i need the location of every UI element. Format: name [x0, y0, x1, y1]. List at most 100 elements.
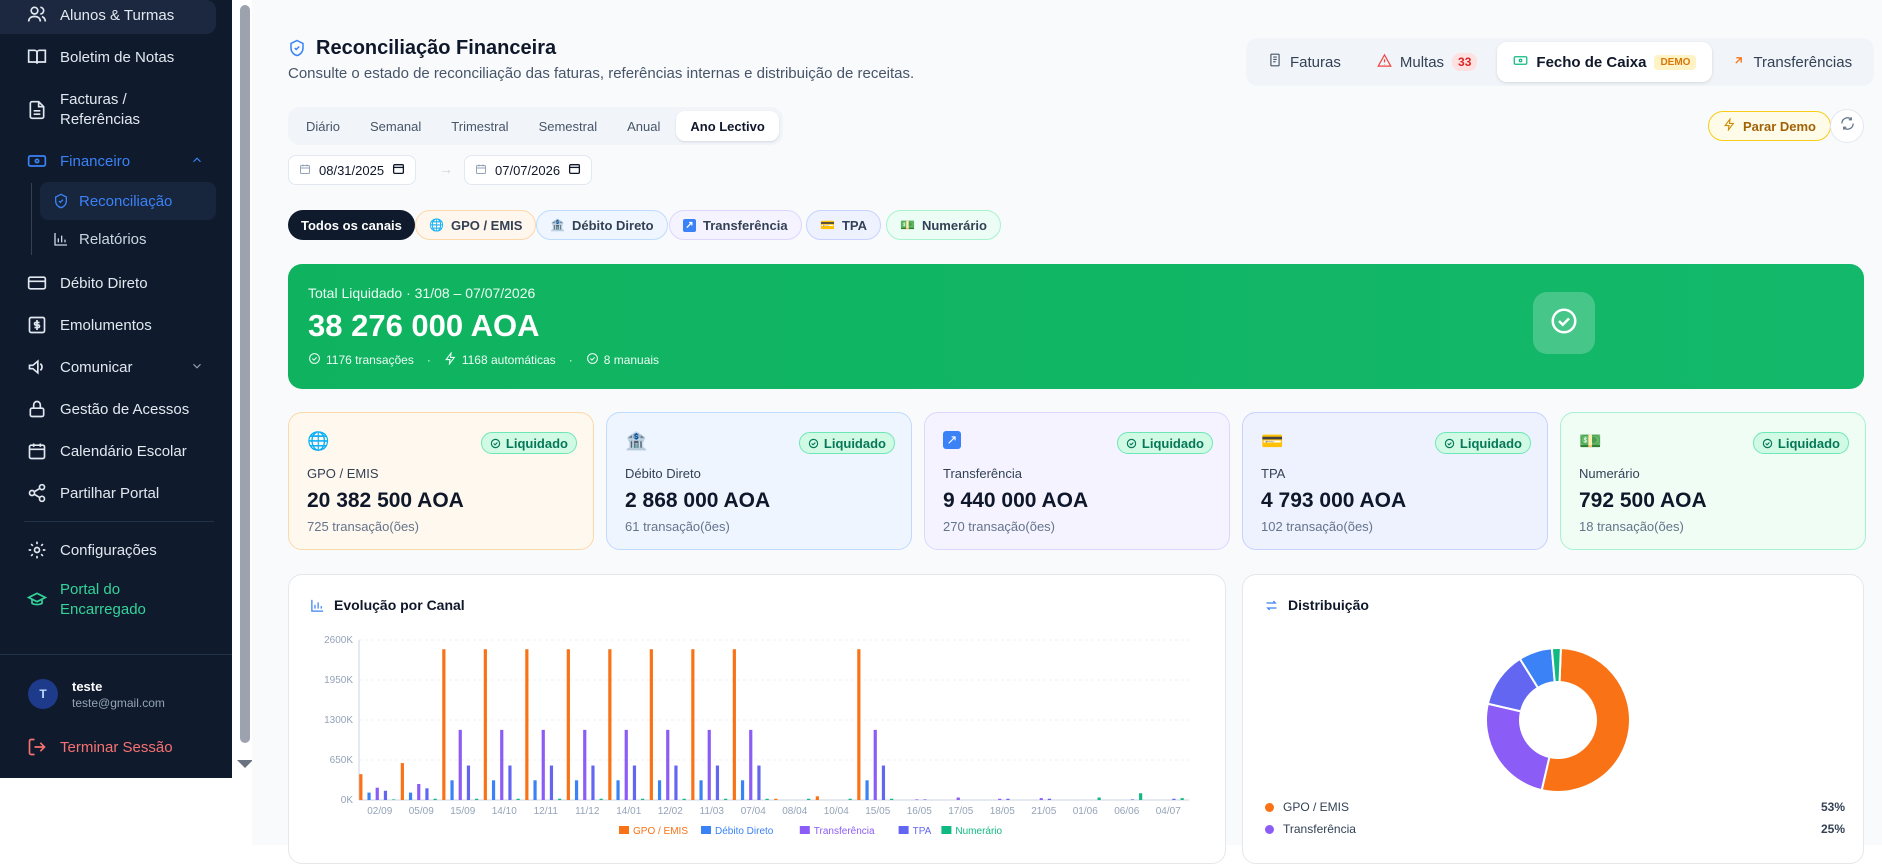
bar	[541, 729, 545, 800]
tab-label: Faturas	[1290, 53, 1341, 71]
period-anual[interactable]: Anual	[613, 111, 674, 141]
date-to-field[interactable]: 07/07/2026	[464, 155, 593, 185]
check-circle-icon	[1549, 306, 1579, 341]
chip-label: TPA	[841, 217, 867, 233]
sidebar-item-debito-direto[interactable]: Débito Direto	[0, 263, 232, 303]
stat-name: Transferência	[943, 466, 1022, 481]
date-from-field[interactable]: 08/31/2025	[288, 155, 417, 185]
channel-chip-debito[interactable]: 🏦 Débito Direto	[536, 210, 668, 240]
stat-amount: 9 440 000 AOA	[943, 489, 1089, 512]
stat-card-transferencia[interactable]: ↗ Liquidado Transferência 9 440 000 AOA …	[924, 412, 1230, 550]
x-tick-label: 11/12	[575, 806, 600, 817]
bar	[408, 792, 413, 800]
bar	[1139, 793, 1143, 800]
sidebar-item-boletim[interactable]: Boletim de Notas	[0, 37, 232, 77]
scrollbar-thumb[interactable]	[240, 5, 250, 743]
bar	[815, 796, 819, 800]
stat-card-numerario[interactable]: 💵 Liquidado Numerário 792 500 AOA 18 tra…	[1560, 412, 1866, 550]
stat-card-debito[interactable]: 🏦 Liquidado Débito Direto 2 868 000 AOA …	[606, 412, 912, 550]
sidebar-item-configuracoes[interactable]: Configurações	[0, 530, 232, 570]
check-circle-icon	[1444, 438, 1455, 448]
check-circle-icon	[586, 352, 599, 368]
date-picker-icon[interactable]	[568, 162, 581, 178]
channel-chip-todos[interactable]: Todos os canais	[288, 210, 415, 240]
channel-chip-tpa[interactable]: 💳 TPA	[806, 210, 881, 240]
sidebar-item-portal-encarregado[interactable]: Portal do Encarregado	[0, 578, 232, 622]
bar	[749, 729, 753, 800]
stat-card-tpa[interactable]: 💳 Liquidado TPA 4 793 000 AOA 102 transa…	[1242, 412, 1548, 550]
period-ano-lectivo[interactable]: Ano Lectivo	[676, 111, 779, 141]
bar	[774, 798, 778, 800]
demo-tag: DEMO	[1654, 54, 1697, 70]
period-diario[interactable]: Diário	[292, 111, 354, 141]
sidebar-item-financeiro[interactable]: Financeiro	[0, 141, 232, 181]
sidebar-item-label: Configurações	[60, 541, 157, 559]
period-semanal[interactable]: Semanal	[356, 111, 435, 141]
credit-card-icon: 💳	[820, 218, 835, 232]
status-label: Liquidado	[1459, 435, 1522, 451]
sidebar-item-label: Gestão de Acessos	[60, 400, 190, 418]
bar	[450, 780, 454, 800]
bar	[558, 798, 562, 800]
bar	[599, 798, 603, 800]
zap-icon	[444, 351, 457, 368]
refresh-button[interactable]	[1830, 109, 1864, 143]
bar	[890, 798, 894, 800]
chip-label: GPO / EMIS	[450, 217, 523, 233]
x-tick-label: 14/01	[616, 806, 641, 817]
stop-demo-button[interactable]: Parar Demo	[1708, 111, 1831, 141]
y-tick-label: 650K	[330, 755, 354, 766]
stop-demo-label: Parar Demo	[1743, 118, 1816, 134]
logout-button[interactable]: Terminar Sessão	[0, 727, 232, 767]
legend-row: GPO / EMIS 53%	[1265, 800, 1845, 816]
distribution-card: Distribuição GPO / EMIS 53% Transferênci…	[1242, 574, 1864, 864]
period-trimestral[interactable]: Trimestral	[437, 111, 522, 141]
bar	[649, 649, 653, 800]
credit-card-icon: 💳	[1261, 431, 1284, 451]
legend-label: Transferência	[814, 826, 875, 837]
wallet-icon	[26, 150, 48, 172]
check-circle-icon	[1126, 438, 1137, 448]
book-icon	[26, 46, 48, 68]
scroll-down-arrow[interactable]	[237, 760, 253, 768]
sidebar-item-facturas[interactable]: Facturas / Referências	[0, 88, 232, 132]
total-automatic: 1168 automáticas	[461, 353, 556, 367]
donut-slice	[1485, 702, 1551, 792]
sidebar-subitem-reconciliacao[interactable]: Reconciliação	[40, 182, 216, 220]
stat-count: 61 transação(ões)	[625, 519, 730, 534]
sidebar-subitem-relatorios[interactable]: Relatórios	[40, 220, 216, 258]
bar	[375, 787, 379, 800]
separator: ·	[426, 353, 431, 367]
channel-chip-numerario[interactable]: 💵 Numerário	[886, 210, 1001, 240]
bar	[458, 729, 462, 800]
channel-chip-transferencia[interactable]: ↗ Transferência	[669, 210, 802, 240]
sidebar-item-gestao-acessos[interactable]: Gestão de Acessos	[0, 389, 232, 429]
tab-faturas[interactable]: Faturas	[1252, 42, 1357, 82]
tab-multas[interactable]: Multas 33	[1361, 42, 1494, 82]
sidebar-item-emolumentos[interactable]: Emolumentos	[0, 305, 232, 345]
channel-chip-gpo[interactable]: 🌐 GPO / EMIS	[415, 210, 537, 240]
receipt-icon	[1268, 53, 1282, 71]
sidebar-item-partilhar[interactable]: Partilhar Portal	[0, 473, 232, 513]
tab-transferencias[interactable]: Transferências	[1716, 42, 1868, 82]
sidebar-item-label: Emolumentos	[60, 316, 152, 334]
avatar[interactable]: T	[28, 679, 58, 709]
period-selector: Diário Semanal Trimestral Semestral Anua…	[288, 107, 783, 145]
sidebar-item-alunos-turmas[interactable]: Alunos & Turmas	[0, 0, 216, 34]
total-banner: Total Liquidado · 31/08 – 07/07/2026 38 …	[288, 264, 1864, 389]
bar	[616, 780, 620, 800]
bar	[740, 780, 745, 800]
stat-card-gpo[interactable]: 🌐 Liquidado GPO / EMIS 20 382 500 AOA 72…	[288, 412, 594, 550]
sidebar-item-comunicar[interactable]: Comunicar	[0, 347, 232, 387]
status-label: Liquidado	[1141, 435, 1204, 451]
date-picker-icon[interactable]	[392, 162, 405, 178]
check-circle-icon	[308, 352, 321, 368]
bar	[732, 649, 736, 800]
bar	[383, 790, 388, 800]
sidebar-subitem-label: Relatórios	[79, 230, 147, 248]
tab-fecho-caixa[interactable]: Fecho de Caixa DEMO	[1497, 42, 1713, 82]
sidebar-item-calendario[interactable]: Calendário Escolar	[0, 431, 232, 471]
evolution-card: Evolução por Canal 0K 650K 1300K 1950K 2600K…	[288, 574, 1226, 864]
period-semestral[interactable]: Semestral	[525, 111, 612, 141]
bar	[367, 792, 371, 800]
